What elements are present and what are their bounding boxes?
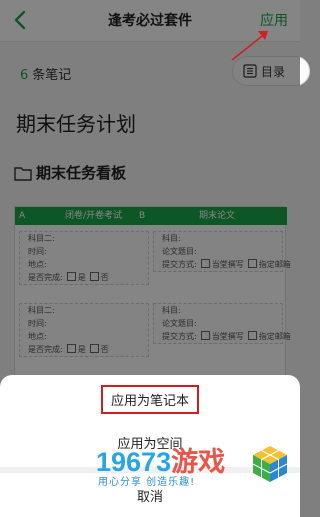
cube-logo-icon — [252, 446, 288, 482]
apply-as-notebook-option[interactable]: 应用为笔记本 — [0, 385, 300, 414]
watermark-slogan: 用心分享 创造乐趣! — [98, 477, 196, 488]
site-watermark: 19673游戏 用心分享 创造乐趣! — [96, 440, 292, 510]
apply-as-notebook-label: 应用为笔记本 — [100, 385, 199, 414]
